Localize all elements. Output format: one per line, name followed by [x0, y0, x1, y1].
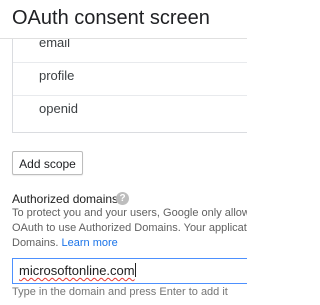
- scope-divider: [13, 62, 247, 63]
- text-caret: [134, 263, 136, 277]
- page-header: OAuth consent screen: [0, 0, 247, 39]
- help-icon[interactable]: ?: [116, 192, 129, 205]
- learn-more-link[interactable]: Learn more: [62, 237, 118, 249]
- page-title: OAuth consent screen: [12, 7, 210, 29]
- scope-item-openid: openid: [39, 101, 79, 116]
- add-scope-button[interactable]: Add scope: [12, 151, 83, 175]
- authorized-domain-hint: Type in the domain and press Enter to ad…: [12, 286, 228, 298]
- description-line-prefix: Domains.: [12, 237, 62, 249]
- scope-divider: [13, 95, 247, 96]
- description-line: To protect you and your users, Google on…: [12, 207, 247, 219]
- description-line: OAuth to use Authorized Domains. Your ap…: [12, 222, 247, 234]
- authorized-domains-description: To protect you and your users, Google on…: [12, 206, 247, 251]
- authorized-domain-value: microsoftonline.com: [19, 263, 135, 278]
- oauth-consent-page: OAuth consent screen email profile openi…: [0, 0, 247, 305]
- description-line: Domains. Learn more: [12, 236, 247, 251]
- scope-item-profile: profile: [39, 68, 75, 83]
- authorized-domains-title: Authorized domains: [12, 192, 119, 206]
- authorized-domain-input[interactable]: microsoftonline.com: [12, 258, 247, 284]
